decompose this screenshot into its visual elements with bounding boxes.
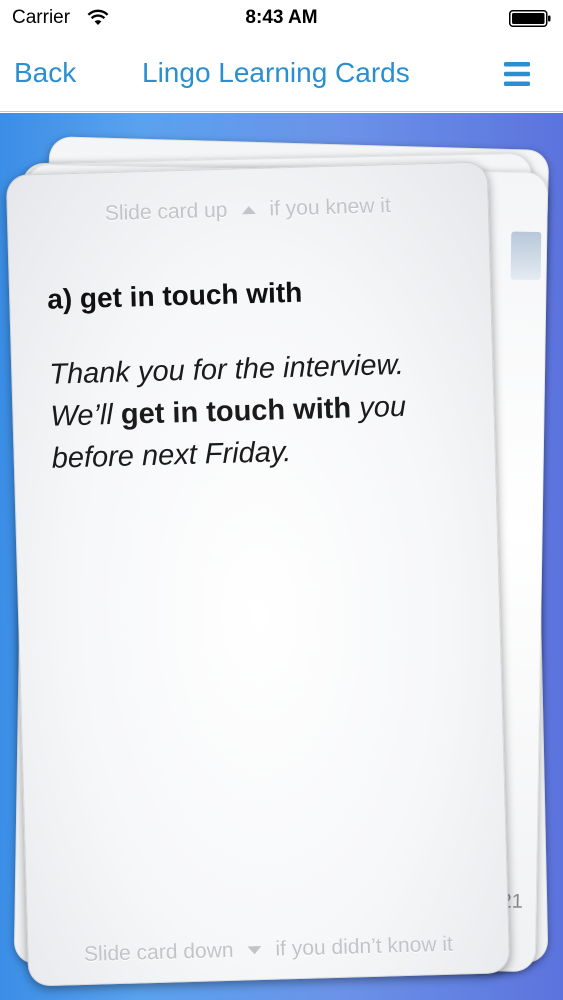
slide-up-hint-prefix: Slide card up (104, 198, 228, 226)
back-button[interactable]: Back (14, 57, 76, 89)
slide-down-hint: Slide card down if you didn’t know it (27, 931, 509, 968)
flash-card[interactable]: Slide card up if you knew it a) get in to… (5, 161, 511, 987)
status-bar: Carrier 8:43 AM (0, 0, 563, 38)
navigation-bar: Back Lingo Learning Cards (0, 38, 563, 112)
arrow-down-icon (247, 946, 262, 955)
card-example-sentence: Thank you for the interview. We’ll get i… (49, 342, 472, 480)
arrow-up-icon (241, 206, 256, 215)
hamburger-menu-icon[interactable] (501, 58, 533, 90)
slide-up-hint-suffix: if you knew it (269, 194, 392, 221)
example-highlight: get in touch with (120, 392, 352, 431)
card-deck-area: 21 Slide card up if you knew it a) get in… (0, 113, 563, 1000)
slide-down-hint-prefix: Slide card down (83, 938, 234, 966)
card-term: a) get in touch with (46, 276, 303, 315)
background-card-strip (510, 231, 542, 281)
battery-icon (509, 10, 551, 27)
slide-down-hint-suffix: if you didn’t know it (275, 932, 454, 961)
page-title: Lingo Learning Cards (142, 57, 410, 88)
app-screen: Carrier 8:43 AM Back Lingo Learning Card… (0, 0, 563, 1000)
slide-up-hint: Slide card up if you knew it (7, 191, 489, 228)
status-time: 8:43 AM (245, 7, 318, 28)
